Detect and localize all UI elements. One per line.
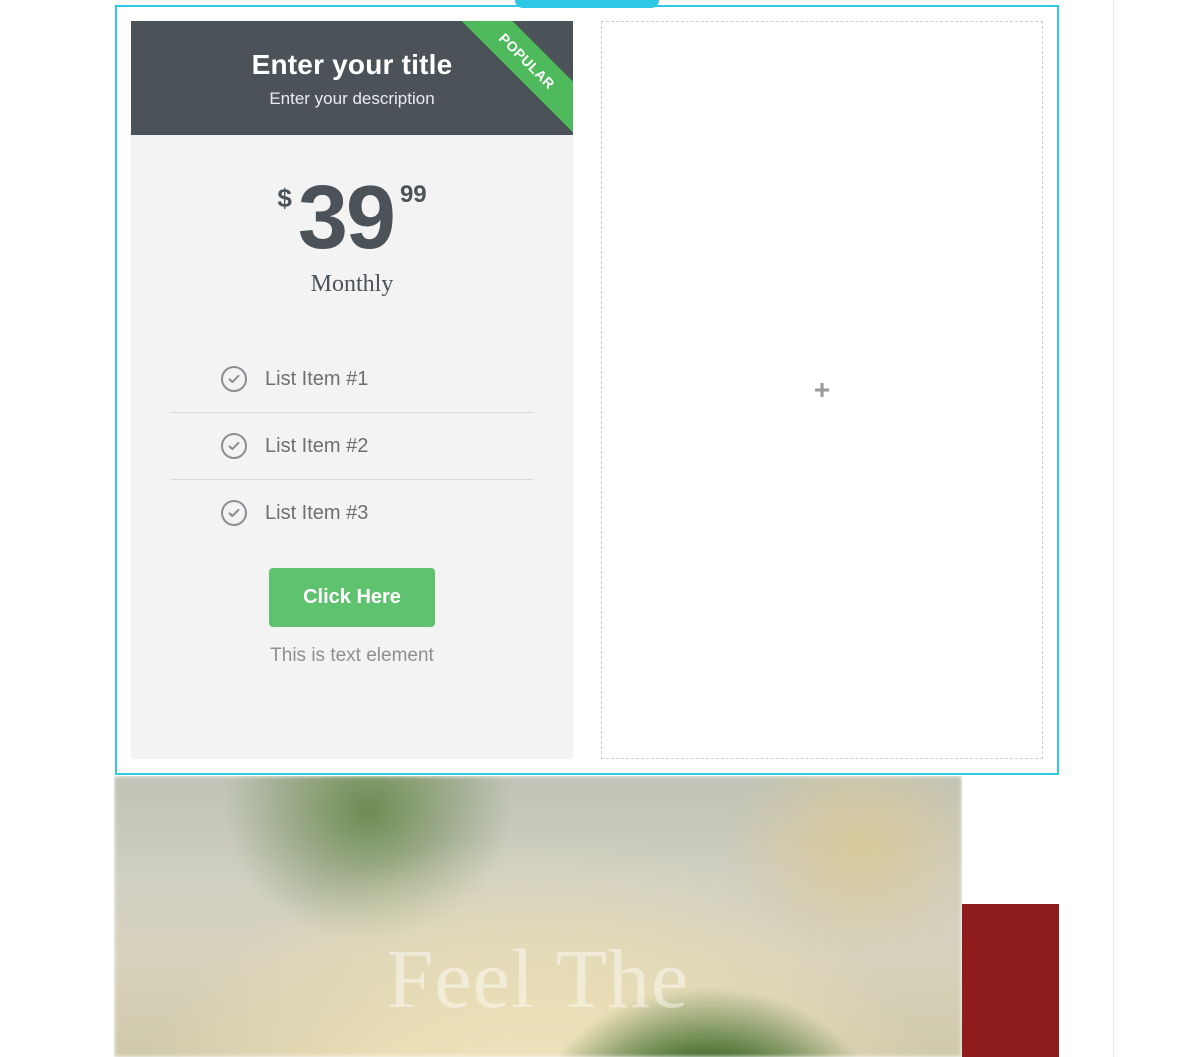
price-line: $ 39 99 (277, 173, 426, 263)
feature-label: List Item #2 (265, 435, 368, 458)
right-guide-line (1113, 0, 1114, 1057)
plus-icon: + (814, 376, 830, 404)
check-circle-icon (221, 500, 247, 526)
list-item[interactable]: List Item #2 (171, 413, 533, 480)
popular-ribbon[interactable]: POPULAR (446, 21, 573, 142)
pricing-header: Enter your title Enter your description … (131, 21, 573, 135)
empty-widget-dropzone[interactable]: + (601, 21, 1043, 759)
list-item[interactable]: List Item #3 (171, 480, 533, 546)
hero-headline: Feel The (114, 931, 962, 1028)
price-amount: 39 (298, 173, 394, 263)
check-circle-icon (221, 433, 247, 459)
price-period: Monthly (141, 271, 563, 298)
pricing-card[interactable]: Enter your title Enter your description … (131, 21, 573, 759)
check-circle-icon (221, 366, 247, 392)
section-handle-tab[interactable] (515, 0, 659, 8)
feature-list: List Item #1 List Item #2 (171, 346, 533, 546)
list-item[interactable]: List Item #1 (171, 346, 533, 413)
hero-side-panel (962, 904, 1059, 1057)
pricing-title[interactable]: Enter your title (153, 49, 551, 81)
feature-label: List Item #3 (265, 502, 368, 525)
pricing-below-text[interactable]: This is text element (131, 645, 573, 667)
hero-section: Feel The (114, 776, 962, 1057)
cta-wrap: Click Here (131, 568, 573, 627)
cta-button[interactable]: Click Here (269, 568, 435, 627)
price-currency: $ (277, 183, 291, 214)
editor-selection-frame[interactable]: Enter your title Enter your description … (115, 5, 1059, 775)
column-right[interactable]: + (601, 21, 1043, 759)
pricing-description[interactable]: Enter your description (153, 89, 551, 109)
feature-label: List Item #1 (265, 368, 368, 391)
column-left[interactable]: Enter your title Enter your description … (131, 21, 573, 759)
price-cents: 99 (400, 181, 427, 209)
page-root: Feel The Enter your title Enter your des… (0, 0, 1198, 1057)
price-block[interactable]: $ 39 99 Monthly (131, 135, 573, 310)
editor-columns: Enter your title Enter your description … (117, 7, 1057, 773)
